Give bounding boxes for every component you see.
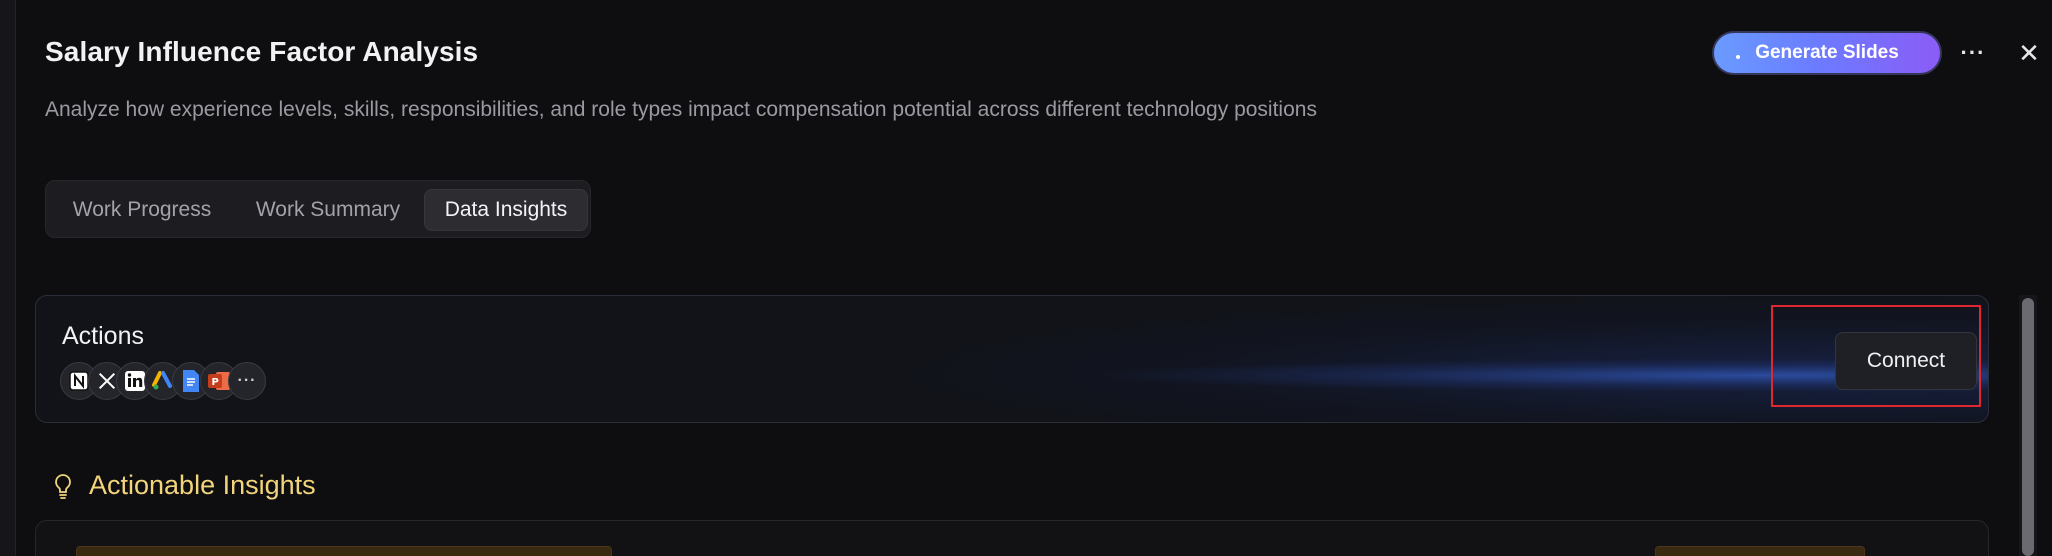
generate-slides-button[interactable]: Generate Slides (1712, 31, 1942, 75)
close-icon[interactable]: ✕ (2012, 36, 2046, 70)
scrollbar-thumb[interactable] (2022, 298, 2034, 556)
analysis-panel: Salary Influence Factor Analysis Analyze… (16, 0, 2052, 556)
actionable-insights-heading: Actionable Insights (89, 470, 316, 500)
lightbulb-icon (55, 474, 71, 499)
tab-work-summary[interactable]: Work Summary (238, 189, 418, 231)
insight-chip (1655, 546, 1865, 556)
svg-text:P: P (212, 377, 219, 388)
left-rail (0, 0, 16, 556)
more-options-icon[interactable]: ··· (1956, 36, 1990, 70)
generate-slides-label: Generate Slides (1755, 42, 1899, 63)
tab-data-insights[interactable]: Data Insights (424, 189, 588, 231)
insights-card (35, 520, 1989, 556)
page-subtitle: Analyze how experience levels, skills, r… (45, 98, 1317, 121)
page-title: Salary Influence Factor Analysis (45, 36, 479, 67)
actions-card-glow (456, 296, 1988, 422)
insight-chip (76, 546, 612, 556)
tab-bar: Work Progress Work Summary Data Insights (45, 180, 591, 238)
tab-work-progress[interactable]: Work Progress (54, 189, 230, 231)
sparkle-icon (1736, 55, 1740, 59)
actions-card: Actions P ··· Connect (35, 295, 1989, 423)
more-apps-icon[interactable]: ··· (228, 362, 266, 400)
actions-label: Actions (62, 322, 144, 350)
highlight-annotation (1771, 305, 1981, 407)
